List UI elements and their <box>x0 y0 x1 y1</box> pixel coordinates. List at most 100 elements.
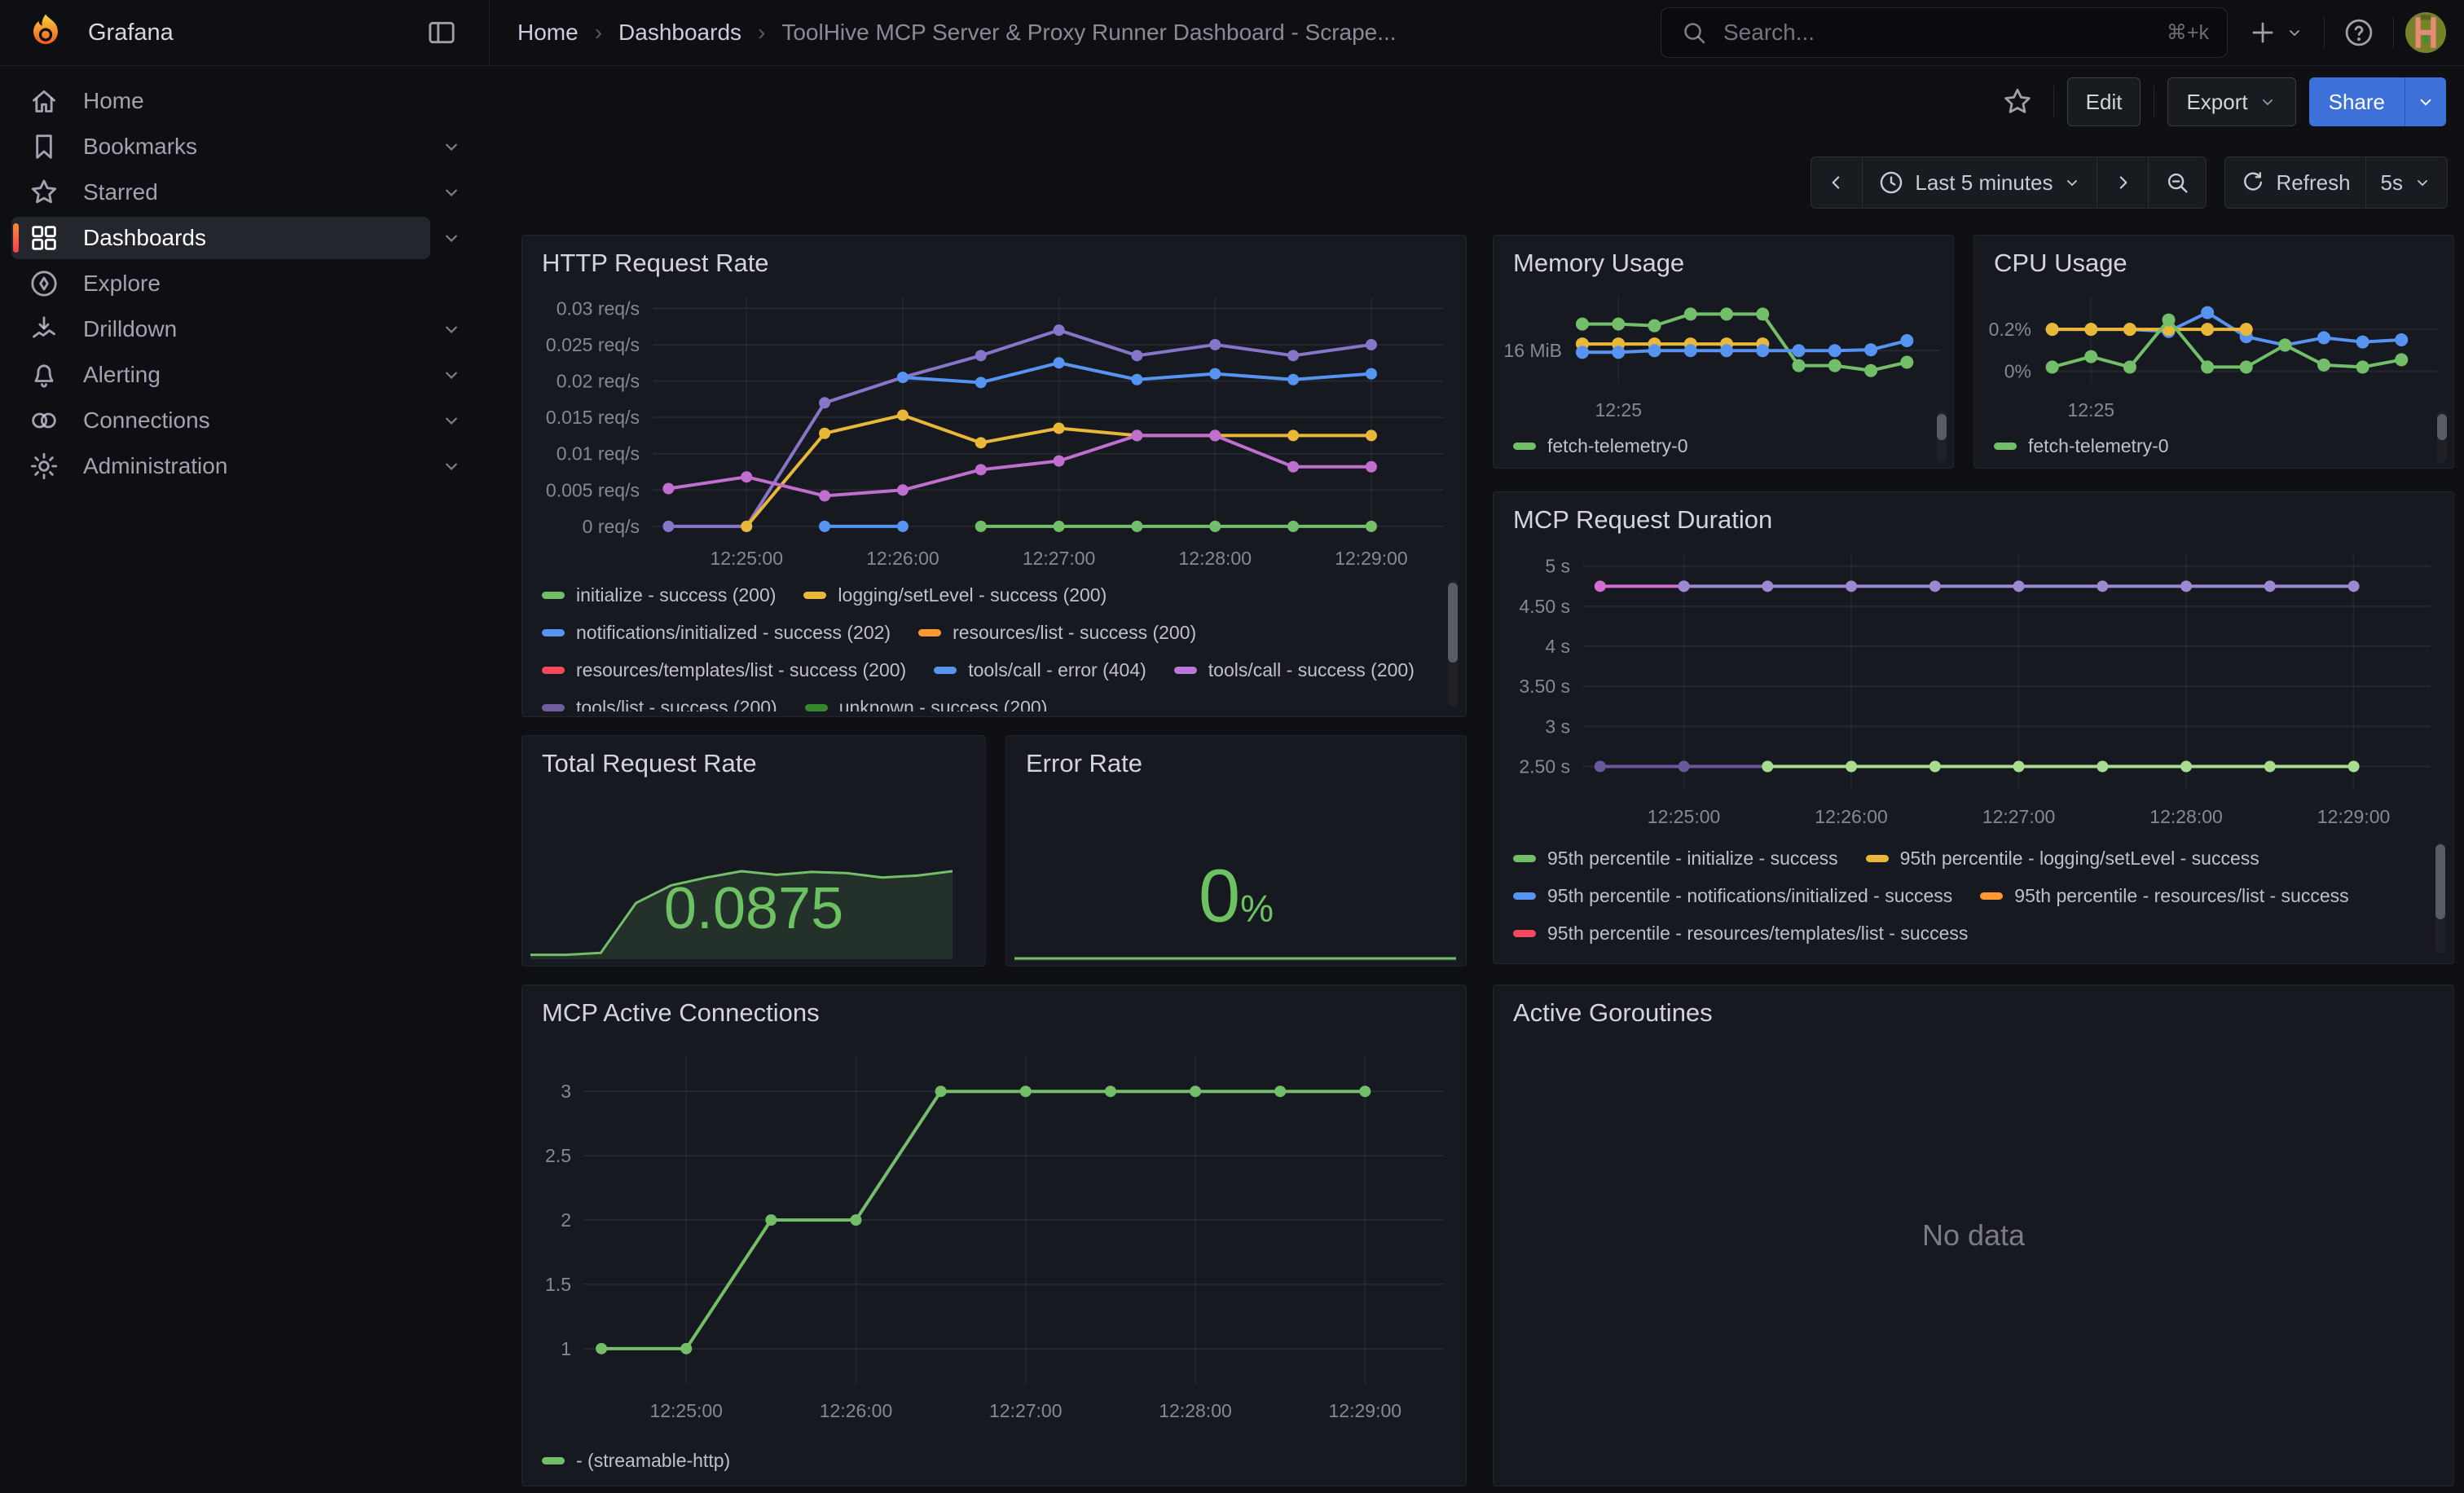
panel-title[interactable]: MCP Active Connections <box>522 993 1466 1033</box>
svg-text:1: 1 <box>561 1338 571 1359</box>
breadcrumb-dashboards[interactable]: Dashboards <box>618 20 741 46</box>
link-icon <box>28 404 60 437</box>
user-avatar[interactable] <box>2405 12 2446 53</box>
time-shift-forward-button[interactable] <box>2097 157 2148 208</box>
expand-section-button[interactable] <box>430 318 473 341</box>
svg-text:3.50 s: 3.50 s <box>1519 676 1570 697</box>
legend-item[interactable]: unknown - success (200) <box>805 689 1048 711</box>
svg-text:0.02 req/s: 0.02 req/s <box>557 371 640 392</box>
edit-button[interactable]: Edit <box>2067 77 2141 126</box>
sidebar-link-drilldown[interactable]: Drilldown <box>11 308 430 350</box>
legend-item[interactable]: 95th percentile - resources/list - succe… <box>1980 877 2348 914</box>
legend-scrollbar[interactable] <box>1937 411 1947 463</box>
mega-menu-toggle-icon[interactable] <box>419 10 464 55</box>
svg-text:3: 3 <box>561 1081 571 1102</box>
share-dropdown-button[interactable] <box>2405 77 2446 126</box>
sidebar-link-starred[interactable]: Starred <box>11 171 430 214</box>
sidebar-link-administration[interactable]: Administration <box>11 445 430 487</box>
time-range-picker[interactable]: Last 5 minutes <box>1862 157 2097 208</box>
legend-item[interactable]: 95th percentile - notifications/initiali… <box>1513 877 1952 914</box>
legend-scrollbar[interactable] <box>2435 843 2445 953</box>
legend-swatch <box>542 704 565 711</box>
topbar-actions: ⌘+k <box>1661 7 2464 58</box>
expand-section-button[interactable] <box>430 227 473 249</box>
search-box[interactable]: ⌘+k <box>1661 7 2228 58</box>
mcp-active-connections-chart[interactable]: 12:25:0012:26:0012:27:0012:28:0012:29:00… <box>522 1034 1466 1434</box>
sidebar-link-home[interactable]: Home <box>11 80 473 122</box>
panel-title[interactable]: Error Rate <box>1006 744 1466 783</box>
star-icon <box>28 176 60 209</box>
sidebar-link-connections[interactable]: Connections <box>11 399 430 442</box>
legend-swatch <box>1513 443 1536 450</box>
legend-item[interactable]: resources/templates/list - success (200) <box>542 651 906 689</box>
panel-title[interactable]: Active Goroutines <box>1494 993 2453 1033</box>
refresh-button[interactable]: Refresh <box>2225 157 2365 208</box>
favorite-star-icon[interactable] <box>1995 79 2040 125</box>
svg-text:16 MiB: 16 MiB <box>1503 340 1562 361</box>
divider <box>2393 16 2394 49</box>
legend-item[interactable]: tools/list - success (200) <box>542 689 777 711</box>
legend-label: tools/call - success (200) <box>1208 659 1415 681</box>
breadcrumb-home[interactable]: Home <box>517 20 579 46</box>
sidebar-link-alerting[interactable]: Alerting <box>11 354 430 396</box>
legend-item[interactable]: tools/call - success (200) <box>1174 651 1415 689</box>
export-button[interactable]: Export <box>2167 77 2295 126</box>
memory-usage-chart[interactable]: 12:25 16 MiB <box>1494 273 1953 420</box>
legend-item[interactable]: - (streamable-http) <box>542 1442 730 1479</box>
time-shift-back-button[interactable] <box>1811 157 1862 208</box>
legend-item[interactable]: fetch-telemetry-0 <box>1513 427 1688 465</box>
sidebar-item-label: Bookmarks <box>83 134 197 160</box>
search-input[interactable] <box>1722 19 2154 46</box>
legend-scrollbar[interactable] <box>1448 579 1458 707</box>
sidebar-link-dashboards[interactable]: Dashboards <box>11 217 430 259</box>
svg-text:12:27:00: 12:27:00 <box>1023 548 1096 569</box>
legend-item[interactable]: 95th percentile - logging/setLevel - suc… <box>1866 839 2259 877</box>
legend-item[interactable]: initialize - success (200) <box>542 576 776 614</box>
bell-icon <box>28 359 60 391</box>
legend-item[interactable]: resources/list - success (200) <box>918 614 1196 651</box>
legend-item[interactable]: logging/setLevel - success (200) <box>803 576 1107 614</box>
svg-text:0.015 req/s: 0.015 req/s <box>546 407 640 428</box>
legend-item[interactable]: 95th percentile - initialize - success <box>1513 839 1838 877</box>
svg-text:12:25: 12:25 <box>1595 399 1642 420</box>
panel-error-rate: Error Rate 0% <box>1005 735 1467 967</box>
legend-scrollbar[interactable] <box>2437 411 2447 463</box>
chevron-down-icon <box>440 409 463 432</box>
expand-section-button[interactable] <box>430 181 473 204</box>
expand-section-button[interactable] <box>430 409 473 432</box>
zoom-out-button[interactable] <box>2148 157 2206 208</box>
refresh-interval-picker[interactable]: 5s <box>2365 157 2447 208</box>
share-button[interactable]: Share <box>2309 77 2405 126</box>
cpu-usage-chart[interactable]: 12:250%0.2% <box>1974 273 2453 420</box>
legend-item[interactable]: fetch-telemetry-0 <box>1994 427 2169 465</box>
mcp-request-duration-chart[interactable]: 12:25:0012:26:0012:27:0012:28:0012:29:00… <box>1494 541 2453 836</box>
legend-label: 95th percentile - notifications/initiali… <box>1547 885 1952 907</box>
panel-memory-usage: Memory Usage 12:2516 MiB fetch-telemetry… <box>1493 235 1954 469</box>
expand-section-button[interactable] <box>430 135 473 158</box>
chevron-down-icon <box>440 455 463 478</box>
expand-section-button[interactable] <box>430 455 473 478</box>
http-request-rate-chart[interactable]: 12:25:0012:26:0012:27:0012:28:0012:29:00… <box>522 284 1466 575</box>
legend-item[interactable]: tools/call - error (404) <box>934 651 1146 689</box>
svg-text:0 req/s: 0 req/s <box>583 516 640 537</box>
legend-label: tools/list - success (200) <box>576 697 777 712</box>
help-icon[interactable] <box>2336 10 2382 55</box>
expand-section-button[interactable] <box>430 363 473 386</box>
legend-item[interactable]: 95th percentile - resources/templates/li… <box>1513 914 1968 952</box>
share-button-group: Share <box>2309 77 2446 126</box>
sidebar-link-explore[interactable]: Explore <box>11 262 473 305</box>
panel-title[interactable]: Total Request Rate <box>522 744 985 783</box>
legend-item[interactable]: notifications/initialized - success (202… <box>542 614 891 651</box>
sidebar-link-bookmarks[interactable]: Bookmarks <box>11 126 430 168</box>
chevron-down-icon <box>2062 173 2082 192</box>
svg-text:0.025 req/s: 0.025 req/s <box>546 334 640 355</box>
panel-title[interactable]: MCP Request Duration <box>1494 500 2453 540</box>
grafana-logo-icon[interactable] <box>24 11 67 54</box>
dashboard-canvas: Edit Export Share <box>489 65 2464 1493</box>
new-button[interactable] <box>2239 10 2312 55</box>
bookmark-icon <box>28 130 60 163</box>
panel-title[interactable]: HTTP Request Rate <box>522 244 1466 283</box>
legend-swatch <box>1866 855 1889 862</box>
legend-swatch <box>542 629 565 636</box>
chevron-down-icon <box>440 227 463 249</box>
